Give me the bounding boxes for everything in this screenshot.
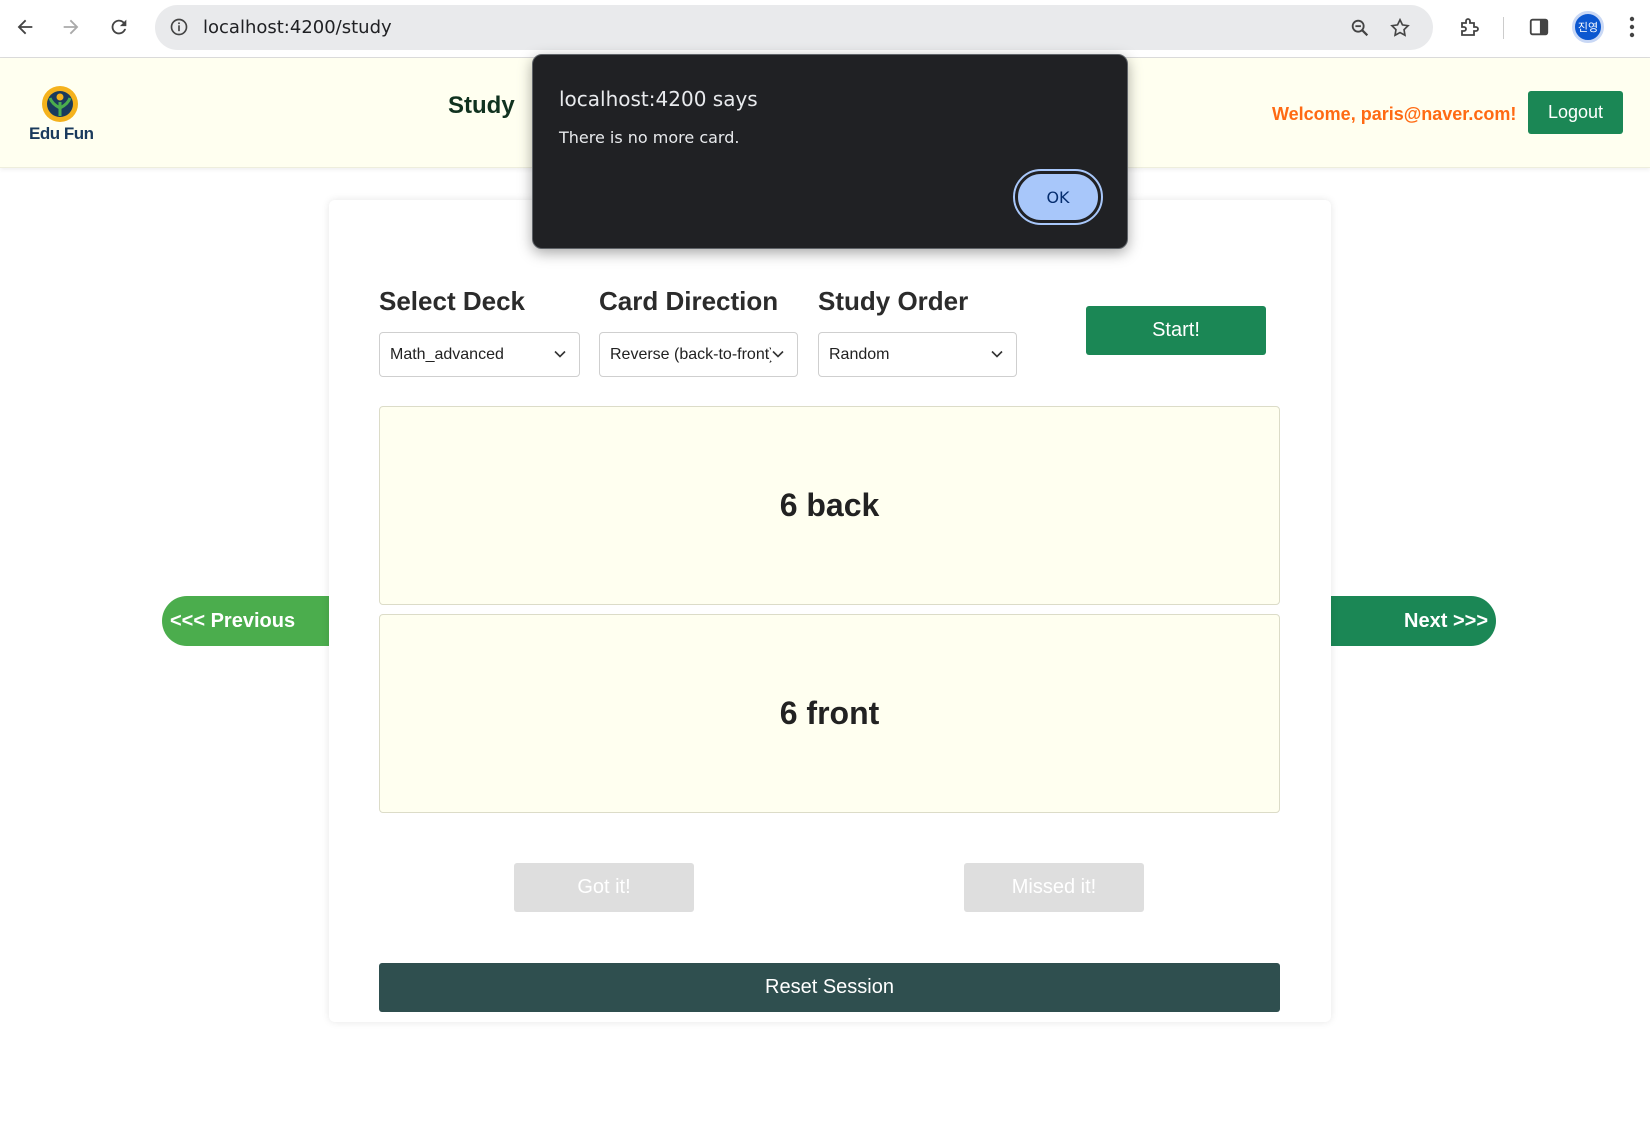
study-panel: Select Deck Math_advanced Card Direction… — [329, 200, 1331, 1022]
alert-ok-button[interactable]: OK — [1013, 169, 1103, 225]
forward-icon[interactable] — [56, 12, 86, 42]
select-deck-label: Select Deck — [379, 286, 525, 316]
deck-select-value: Math_advanced — [390, 346, 504, 363]
start-button[interactable]: Start! — [1086, 306, 1266, 355]
url-text: localhost:4200/study — [203, 17, 392, 38]
study-order-label: Study Order — [818, 286, 969, 316]
next-card-button[interactable]: Next >>> — [1331, 596, 1496, 646]
reload-icon[interactable] — [104, 12, 134, 42]
order-select[interactable]: Random — [818, 332, 1017, 377]
extensions-icon[interactable] — [1454, 12, 1484, 42]
back-icon[interactable] — [10, 12, 40, 42]
logo-text: Edu Fun — [29, 124, 94, 143]
alert-dialog: localhost:4200 says There is no more car… — [532, 54, 1128, 249]
got-it-button[interactable]: Got it! — [514, 863, 694, 912]
deck-select[interactable]: Math_advanced — [379, 332, 580, 377]
direction-select-value: Reverse (back-to-front) — [610, 346, 775, 363]
chevron-down-icon — [991, 350, 1003, 358]
browser-toolbar: localhost:4200/study 진영 — [0, 0, 1650, 58]
flashcard-back[interactable]: 6 back — [379, 406, 1280, 605]
reset-session-button[interactable]: Reset Session — [379, 963, 1280, 1012]
bookmark-star-icon[interactable] — [1387, 15, 1413, 41]
welcome-message: Welcome, paris@naver.com! — [1272, 104, 1517, 124]
side-panel-icon[interactable] — [1524, 12, 1554, 42]
chevron-down-icon — [771, 347, 785, 361]
profile-avatar[interactable]: 진영 — [1572, 11, 1604, 43]
logout-button[interactable]: Logout — [1528, 91, 1623, 134]
flashcard-front[interactable]: 6 front — [379, 614, 1280, 813]
nav-study-link[interactable]: Study — [448, 92, 515, 120]
alert-message: There is no more card. — [559, 128, 740, 147]
direction-select[interactable]: Reverse (back-to-front) — [599, 332, 798, 377]
order-select-value: Random — [829, 346, 890, 363]
flashcard-back-text: 6 back — [779, 487, 880, 523]
more-menu-icon[interactable] — [1620, 12, 1644, 42]
flashcard-front-text: 6 front — [779, 695, 880, 731]
zoom-icon[interactable] — [1347, 15, 1373, 41]
toolbar-divider — [1503, 17, 1504, 39]
chevron-down-icon — [554, 350, 566, 358]
missed-it-button[interactable]: Missed it! — [964, 863, 1144, 912]
previous-card-button[interactable]: <<< Previous — [162, 596, 329, 646]
alert-title: localhost:4200 says — [559, 87, 758, 111]
card-direction-label: Card Direction — [599, 286, 779, 316]
site-info-icon[interactable] — [167, 15, 191, 39]
address-bar[interactable]: localhost:4200/study — [155, 5, 1433, 50]
